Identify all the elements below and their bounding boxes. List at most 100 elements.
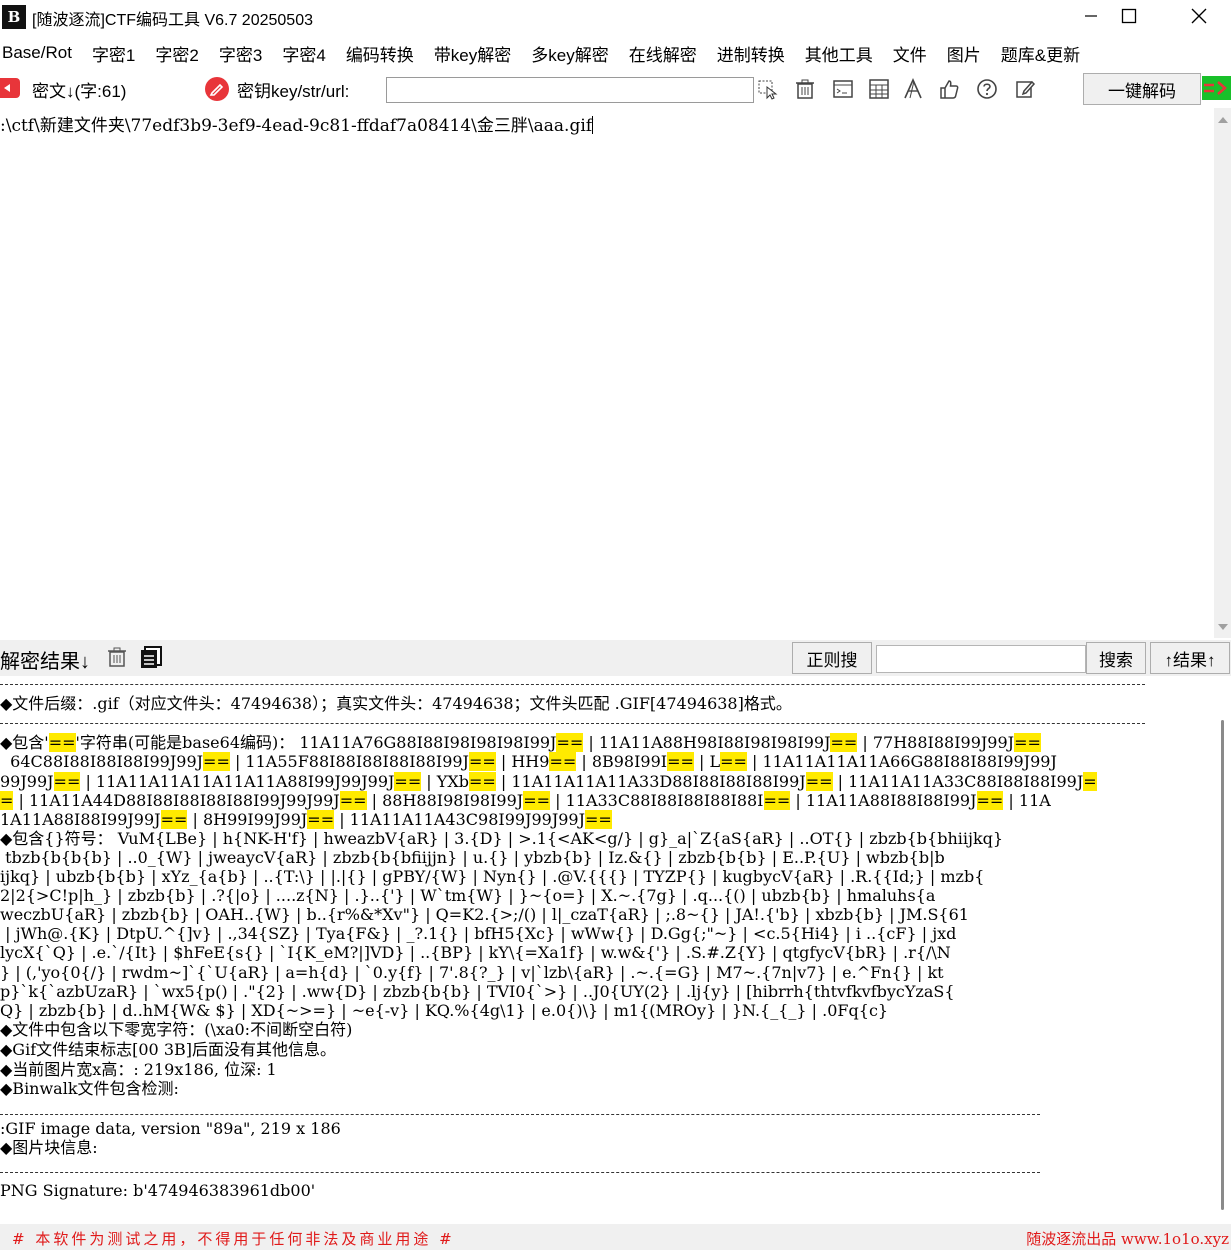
result-text: ◆包含' [0,733,49,752]
menu-multikey-decrypt[interactable]: 多key解密 [521,41,618,66]
highlight-match: == [48,733,76,752]
result-text: | 77H88I88I99J99J [857,733,1015,752]
help-icon[interactable] [976,78,998,100]
result-text: | 11A11A11A11A11A11A88I99J99J99J [80,772,395,791]
cipher-text-area[interactable] [0,108,1214,638]
search-input[interactable] [876,645,1086,673]
highlight-match: == [549,752,577,771]
highlight-match: == [160,810,188,829]
clear-result-trash-icon[interactable] [106,646,128,668]
result-line: PNG Signature: b'474946383961db00' [0,1181,315,1200]
terminal-icon[interactable] [832,78,854,100]
menu-zimi4[interactable]: 字密4 [272,41,335,66]
menu-library-update[interactable]: 题库&更新 [991,41,1090,66]
menu-encoding-convert[interactable]: 编码转换 [336,41,424,66]
result-text-area[interactable]: ◆文件后缀：.gif（对应文件头：47494638）；真实文件头：4749463… [0,676,1231,1222]
expand-arrow-icon[interactable] [1202,76,1231,100]
result-text: | 11A11A11A43C98I99J99J99J [334,810,586,829]
key-input[interactable] [386,77,754,103]
menu-image[interactable]: 图片 [937,41,991,66]
menu-online-decrypt[interactable]: 在线解密 [619,41,707,66]
result-line: 1A11A88I88I99J99J== | 8H99I99J99J== | 11… [0,810,612,829]
cipher-text-content[interactable]: :\ctf\新建文件夹\77edf3b9-3ef9-4ead-9c81-ffda… [0,111,594,136]
highlight-match: == [667,752,694,771]
result-line: Q} | zbzb{b} | d..hM{W& $} | XD{~>=} | ~… [0,1001,888,1020]
one-click-decode-button[interactable]: 一键解码 [1083,73,1201,105]
result-text: :GIF image data, version "89a", 219 x 18… [0,1119,341,1138]
trash-icon[interactable] [794,78,816,100]
text-caret [592,116,594,134]
result-up-button[interactable]: ↑结果↑ [1150,642,1230,674]
highlight-match: == [394,772,422,791]
result-text: | 11A33C88I88I88I88I88I [550,791,764,810]
select-cursor-icon[interactable] [757,78,779,100]
result-text: | 8H99I99J99J [187,810,308,829]
maximize-button[interactable] [1094,0,1164,32]
key-icon[interactable] [205,77,229,101]
result-text: | 8B98I99I [576,752,668,771]
result-text: | 11A11A11A33C88I88I88I99J [832,772,1084,791]
result-text: | 88H88I98I98I99J [366,791,524,810]
result-text: | L [693,752,721,771]
result-scrollbar[interactable] [1214,710,1231,1222]
result-label: 解密结果↓ [0,651,90,673]
result-text: ◆Binwalk文件包含检测: [0,1079,179,1098]
footer-credit-link[interactable]: 随波逐流出品 www.1o1o.xyz [1026,1228,1229,1249]
copy-result-icon[interactable] [139,645,163,669]
result-text: ◆Gif文件结束标志[00 3B]后面没有其他信息。 [0,1040,336,1059]
app-logo-icon: B [2,5,26,29]
menu-base-convert[interactable]: 进制转换 [707,41,795,66]
scroll-down-icon[interactable] [1218,624,1228,630]
window-title: [随波逐流]CTF编码工具 V6.7 20250503 [32,12,313,29]
maximize-icon [1121,8,1137,24]
menu-file[interactable]: 文件 [883,41,937,66]
result-scroll-thumb[interactable] [1221,720,1224,1210]
highlight-match: == [830,733,858,752]
cipher-icon[interactable] [0,78,20,98]
highlight-match: == [53,772,81,791]
result-text: | 11A11A44D88I88I88I88I88I99J99J99J [13,791,340,810]
regex-search-button[interactable]: 正则搜 [792,642,872,674]
edit-icon[interactable] [1014,78,1036,100]
calculator-icon[interactable] [868,78,890,100]
result-text: ◆文件后缀：.gif（对应文件头：47494638）；真实文件头：4749463… [0,694,792,713]
highlight-match: == [556,733,584,752]
menu-zimi3[interactable]: 字密3 [209,41,272,66]
highlight-match: == [203,752,230,771]
result-line: weczbU{aR} | zbzb{b} | OAH..{W} | b..{r%… [0,905,969,924]
result-line: lycX{`Q} | .e.`/{It} | $hFeE{s{} | `I{K_… [0,943,951,962]
result-text: 2|2{>C!p|h_} | zbzb{b} | .?{|o} | ....z{… [0,886,936,905]
highlight-match: == [1014,733,1041,752]
close-button[interactable] [1164,0,1231,32]
highlight-match: == [585,810,612,829]
menu-other-tools[interactable]: 其他工具 [795,41,883,66]
result-line: 64C88I88I88I88I99J99J== | 11A55F88I88I88… [0,752,1057,771]
footer-disclaimer: # 本软件为测试之用，不得用于任何非法及商业用途 # [12,1230,455,1248]
result-line: ◆当前图片宽x高：: 219x186, 位深: 1 [0,1060,277,1079]
result-line: tbzb{b{b{b} | ..0_{W} | jweaycV{aR} | zb… [0,848,945,867]
result-line: ijkq} | ubzb{b{b} | xYz_{a{b} | ..{T:\} … [0,867,984,886]
divider [0,1114,1040,1115]
scroll-up-icon[interactable] [1218,117,1228,123]
search-button[interactable]: 搜索 [1086,642,1146,674]
result-text: ◆图片块信息: [0,1138,98,1157]
input-scrollbar[interactable] [1214,108,1231,638]
highlight-match: == [468,772,496,791]
result-text: | YXb [421,772,469,791]
thumbs-up-icon[interactable] [938,78,960,100]
highlight-match: == [468,752,496,771]
highlight-match: = [1083,772,1097,791]
result-text [0,1158,5,1177]
result-text: | jWh@.{K} | DtpU.^{]v} | .,34{SZ} | Tya… [0,924,957,943]
result-line: ◆文件中包含以下零宽字符：(\xa0:不间断空白符) [0,1020,352,1039]
result-text: 99J99J [0,772,54,791]
menu-base-rot[interactable]: Base/Rot [0,43,82,63]
result-text: | 11A11A11A11A33D88I88I88I88I99J [495,772,806,791]
font-icon[interactable] [902,78,924,100]
menu-key-decrypt[interactable]: 带key解密 [424,41,521,66]
menu-bar: Base/Rot 字密1 字密2 字密3 字密4 编码转换 带key解密 多ke… [0,38,1231,68]
menu-zimi2[interactable]: 字密2 [145,41,208,66]
result-text: 64C88I88I88I88I99J99J [0,752,204,771]
highlight-match: == [523,791,551,810]
menu-zimi1[interactable]: 字密1 [82,41,145,66]
